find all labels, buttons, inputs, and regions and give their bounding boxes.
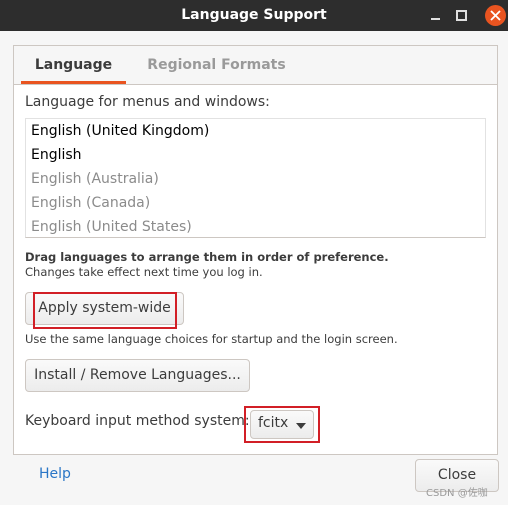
drag-hint: Drag languages to arrange them in order … (25, 250, 389, 264)
highlight-box (33, 292, 177, 329)
list-item[interactable]: English (31, 143, 82, 167)
keyboard-input-label: Keyboard input method system: (25, 413, 250, 429)
tab-regional-formats[interactable]: Regional Formats (144, 46, 289, 84)
list-item[interactable]: English (United States) (31, 215, 192, 237)
list-item[interactable]: English (Australia) (31, 167, 159, 191)
language-section-label: Language for menus and windows: (25, 94, 270, 110)
help-button[interactable]: Help (39, 466, 71, 482)
highlight-box (244, 406, 320, 443)
tab-regional-formats-label: Regional Formats (147, 57, 286, 73)
tab-language-label: Language (34, 57, 113, 73)
list-item[interactable]: English (United Kingdom) (31, 119, 209, 143)
title-bar: Language Support (0, 0, 508, 31)
changes-hint: Changes take effect next time you log in… (25, 265, 263, 279)
tab-selected-indicator (21, 81, 126, 84)
tab-language[interactable]: Language (21, 46, 126, 84)
tab-bar: Language Regional Formats (13, 45, 498, 85)
list-item[interactable]: English (Canada) (31, 191, 150, 215)
apply-note: Use the same language choices for startu… (25, 332, 398, 346)
close-window-icon[interactable] (485, 5, 506, 26)
maximize-icon[interactable] (451, 6, 471, 26)
watermark: CSDN @佐咖 (426, 488, 488, 499)
install-remove-languages-button[interactable]: Install / Remove Languages... (25, 359, 250, 392)
minimize-icon[interactable] (426, 6, 446, 26)
language-list[interactable]: English (United Kingdom) English English… (25, 118, 486, 238)
